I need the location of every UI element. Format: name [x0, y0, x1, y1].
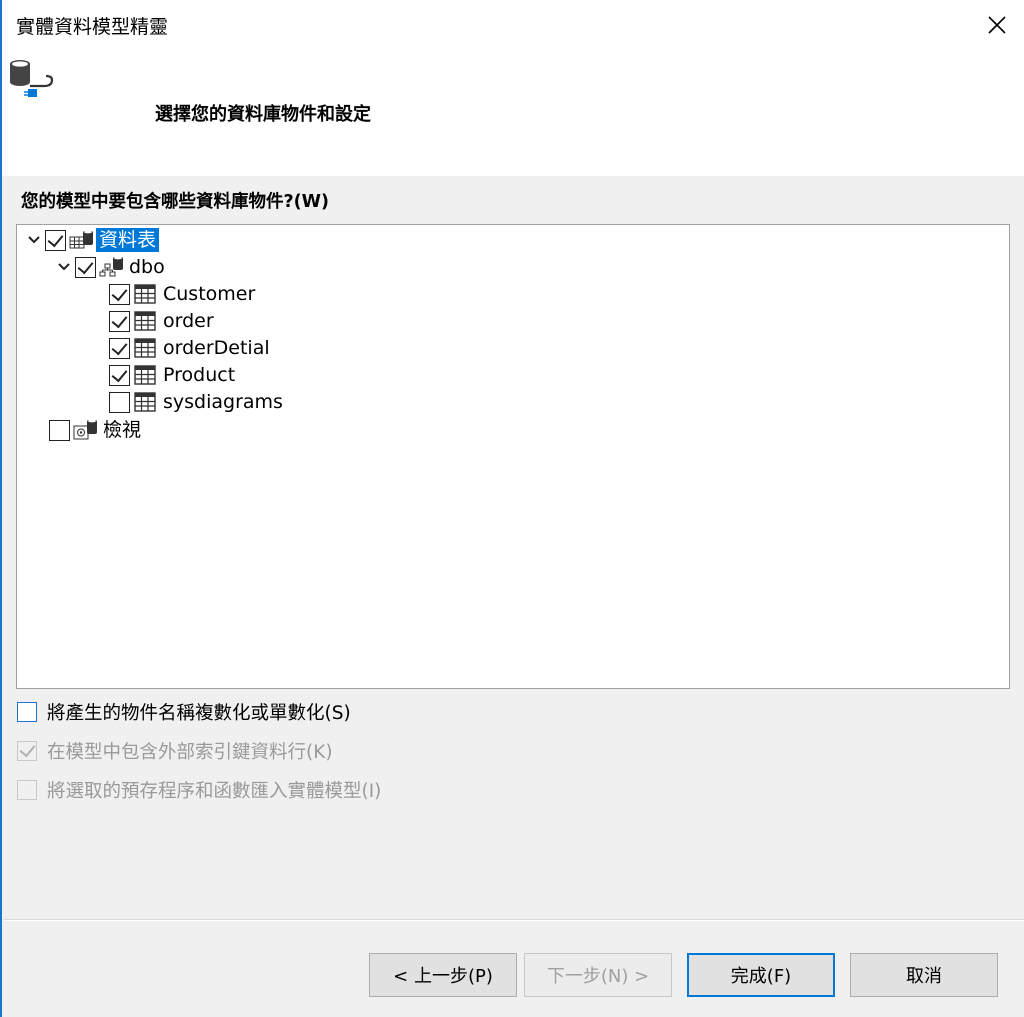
- table-checkbox[interactable]: [109, 391, 130, 413]
- pluralize-label[interactable]: 將產生的物件名稱複數化或單數化(S): [47, 699, 351, 725]
- tree-node-dbo[interactable]: dbo: [53, 254, 168, 280]
- tree-label-table[interactable]: Product: [160, 363, 238, 387]
- window-title: 實體資料模型精靈: [16, 16, 169, 38]
- views-checkbox[interactable]: [49, 419, 70, 441]
- tree-node-table[interactable]: orderDetial: [109, 335, 273, 361]
- views-folder-icon: [73, 419, 97, 440]
- table-checkbox[interactable]: [109, 337, 130, 359]
- close-icon[interactable]: [976, 4, 1018, 46]
- tree-node-table[interactable]: sysdiagrams: [109, 389, 286, 415]
- foreign-keys-option: 在模型中包含外部索引鍵資料行(K): [17, 737, 333, 765]
- database-connection-icon: [10, 60, 54, 97]
- tree-label-dbo[interactable]: dbo: [126, 255, 168, 279]
- table-checkbox[interactable]: [109, 310, 130, 332]
- dbo-checkbox[interactable]: [75, 256, 96, 278]
- foreign-keys-checkbox: [17, 741, 37, 761]
- wizard-window: 實體資料模型精靈 選擇您的資料庫物件和設定 您的模型中要包含哪些資料庫物件?(W…: [0, 0, 1024, 1017]
- next-button: 下一步(N) >: [524, 953, 672, 997]
- pluralize-checkbox[interactable]: [17, 702, 37, 722]
- tree-label-tables[interactable]: 資料表: [96, 228, 160, 252]
- page-heading: 選擇您的資料庫物件和設定: [155, 104, 371, 125]
- table-icon: [134, 311, 156, 331]
- import-procedures-checkbox: [17, 780, 37, 800]
- foreign-keys-label: 在模型中包含外部索引鍵資料行(K): [47, 742, 333, 763]
- tables-checkbox[interactable]: [45, 229, 66, 251]
- table-icon: [134, 284, 156, 304]
- footer-divider: [4, 919, 1024, 921]
- chevron-down-icon[interactable]: [53, 254, 75, 280]
- database-objects-tree[interactable]: 資料表 dbo Customer order orderDetial Produ…: [16, 224, 1010, 689]
- wizard-header: 選擇您的資料庫物件和設定: [2, 50, 1024, 176]
- tree-node-table[interactable]: order: [109, 308, 217, 334]
- tree-node-table[interactable]: Product: [109, 362, 238, 388]
- import-procedures-label: 將選取的預存程序和函數匯入實體模型(I): [47, 781, 382, 802]
- table-icon: [134, 338, 156, 358]
- tree-section-label: 您的模型中要包含哪些資料庫物件?(W): [21, 192, 329, 212]
- chevron-down-icon[interactable]: [23, 227, 45, 253]
- tree-label-table[interactable]: Customer: [160, 282, 258, 306]
- back-button[interactable]: < 上一步(P): [369, 953, 517, 997]
- tree-label-views[interactable]: 檢視: [100, 418, 144, 442]
- tables-folder-icon: [69, 230, 93, 249]
- finish-button[interactable]: 完成(F): [687, 953, 835, 997]
- tree-label-table[interactable]: order: [160, 309, 217, 333]
- table-icon: [134, 365, 156, 385]
- tree-node-table[interactable]: Customer: [109, 281, 258, 307]
- tree-node-tables[interactable]: 資料表: [23, 227, 160, 253]
- import-procedures-option: 將選取的預存程序和函數匯入實體模型(I): [17, 776, 381, 804]
- cancel-button[interactable]: 取消: [850, 953, 998, 997]
- tree-node-views[interactable]: 檢視: [49, 417, 144, 443]
- table-icon: [134, 392, 156, 412]
- tree-label-table[interactable]: orderDetial: [160, 336, 273, 360]
- table-checkbox[interactable]: [109, 364, 130, 386]
- table-checkbox[interactable]: [109, 283, 130, 305]
- title-bar: 實體資料模型精靈: [2, 0, 1024, 50]
- tree-label-table[interactable]: sysdiagrams: [160, 390, 286, 414]
- schema-icon: [99, 256, 123, 277]
- pluralize-option[interactable]: 將產生的物件名稱複數化或單數化(S): [17, 698, 351, 726]
